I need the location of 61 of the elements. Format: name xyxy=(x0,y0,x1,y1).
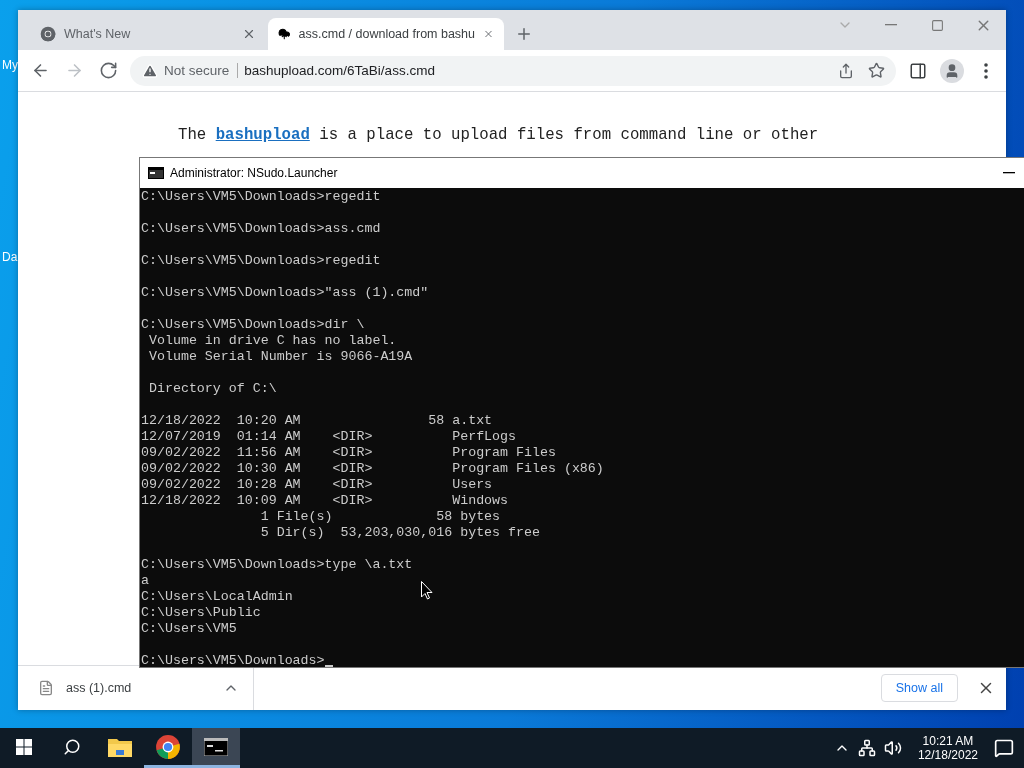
console-line: C:\Users\VM5\Downloads>type \a.txt xyxy=(141,557,413,573)
console-icon xyxy=(148,167,164,179)
console-line: C:\Users\VM5\Downloads>regedit xyxy=(141,189,381,205)
show-all-button[interactable]: Show all xyxy=(880,674,958,702)
star-icon xyxy=(867,62,885,79)
console-line: 1 File(s) 58 bytes xyxy=(259,509,501,525)
terminal-icon xyxy=(204,737,228,756)
minimize-icon xyxy=(885,24,897,26)
taskbar-app-button[interactable] xyxy=(192,728,240,768)
console-line: C:\Users\VM5 xyxy=(141,621,237,637)
warning-icon xyxy=(142,62,158,79)
cloud-upload-icon xyxy=(278,26,291,42)
console-line: 5 Dir(s) 53,203,030,016 bytes free xyxy=(259,525,540,541)
volume-icon[interactable] xyxy=(883,739,902,757)
console-line: Directory of C:\ xyxy=(147,381,277,397)
person-icon xyxy=(944,62,960,79)
console-line: 09/02/2022 10:28 AM <DIR> Users xyxy=(141,477,493,493)
windows-icon xyxy=(16,738,32,755)
plus-icon xyxy=(515,25,533,43)
console-line: a xyxy=(141,573,149,589)
console-line: Volume Serial Number is 9066-A19A xyxy=(147,349,413,365)
desktop-icon-label[interactable]: My xyxy=(2,58,18,72)
url-text: bashupload.com/6TaBi/ass.cmd xyxy=(244,63,436,78)
share-icon xyxy=(838,62,854,79)
console-line: 09/02/2022 11:56 AM <DIR> Program Files xyxy=(141,445,556,461)
console-line: C:\Users\LocalAdmin xyxy=(141,589,293,605)
clock[interactable]: 10:21 AM 12/18/2022 xyxy=(909,734,986,762)
window-title: Administrator: NSudo.Launcher xyxy=(170,166,338,180)
maximize-icon xyxy=(930,18,944,32)
console-line: C:\Users\VM5\Downloads>dir \ xyxy=(141,317,365,333)
network-icon[interactable] xyxy=(857,739,876,757)
notifications-icon[interactable] xyxy=(994,738,1014,758)
console-line: C:\Users\VM5\Downloads>regedit xyxy=(141,253,381,269)
desktop-icon-label[interactable]: Da xyxy=(2,250,18,264)
browser-tab[interactable]: What's New xyxy=(30,18,266,50)
folder-icon xyxy=(108,736,132,757)
menu-icon xyxy=(984,62,988,79)
console-line: C:\Users\VM5\Downloads>"ass (1).cmd" xyxy=(141,285,429,301)
minimize-icon xyxy=(1003,172,1015,174)
side-panel-icon xyxy=(909,61,927,80)
search-icon xyxy=(63,737,81,756)
mouse-pointer-icon xyxy=(421,581,433,600)
console-line: 12/07/2019 01:14 AM <DIR> PerfLogs xyxy=(141,429,517,445)
profile-avatar[interactable] xyxy=(940,58,964,83)
page-paragraph: The bashupload is a place to upload files from command line or other xyxy=(178,125,820,146)
address-bar[interactable]: Not secure bashupload.com/6TaBi/ass.cmd xyxy=(130,55,896,86)
browser-tab[interactable]: ass.cmd / download from bashu xyxy=(268,18,504,50)
reload-icon xyxy=(98,61,118,80)
console-line: C:\Users\VM5\Downloads> xyxy=(141,653,325,669)
chrome-icon xyxy=(155,733,181,760)
security-label: Not secure xyxy=(164,63,239,78)
console-line: 12/18/2022 10:09 AM <DIR> Windows xyxy=(141,493,509,509)
close-icon[interactable] xyxy=(242,27,256,41)
bashupload-link[interactable]: bashupload xyxy=(215,126,310,144)
console-line: C:\Users\Public xyxy=(141,605,261,621)
console-line: 09/02/2022 10:30 AM <DIR> Program Files (x86) xyxy=(141,461,604,477)
console-line: Volume in drive C has no label. xyxy=(147,333,397,349)
console-line: C:\Users\VM5\Downloads>ass.cmd xyxy=(141,221,381,237)
console-line: 12/18/2022 10:20 AM 58 a.txt xyxy=(141,413,493,429)
chrome-icon xyxy=(40,26,56,42)
file-icon xyxy=(38,680,54,696)
